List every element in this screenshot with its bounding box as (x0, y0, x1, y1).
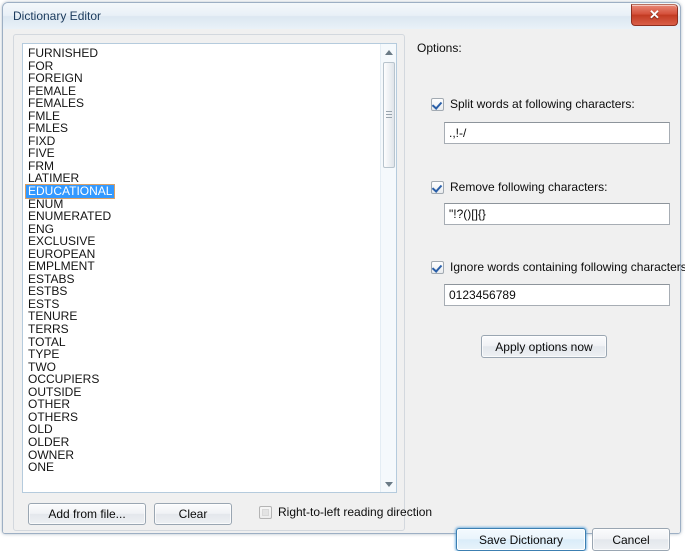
remove-characters-input[interactable]: "!?()[]{} (444, 203, 670, 225)
ignore-words-input[interactable]: 0123456789 (444, 284, 670, 306)
clear-button[interactable]: Clear (154, 503, 232, 525)
word-list-scrollbar[interactable] (380, 44, 396, 492)
split-words-label: Split words at following characters: (450, 97, 635, 111)
word-list[interactable]: FURNISHED FOR FOREIGN FEMALE FEMALES FMLE FMLE… (23, 44, 381, 492)
word-list-item[interactable]: EXCLUSIVE (26, 235, 95, 248)
scrollbar-grip-icon (386, 111, 392, 118)
dictionary-editor-window: Dictionary Editor ✕ FURNISHED FOR FOREIGN F… (2, 2, 685, 551)
split-words-row[interactable]: Split words at following characters: (431, 97, 635, 111)
remove-characters-label: Remove following characters: (450, 180, 608, 194)
split-words-checkbox[interactable] (431, 97, 444, 111)
add-from-file-button[interactable]: Add from file... (28, 503, 146, 525)
split-words-input[interactable]: .,!-/ (444, 122, 670, 144)
rtl-reading-direction-row[interactable]: Right-to-left reading direction (259, 505, 432, 519)
word-list-item[interactable]: OCCUPIERS (26, 373, 99, 386)
scrollbar-thumb[interactable] (383, 62, 395, 168)
close-icon: ✕ (649, 7, 660, 22)
dialog-content: FURNISHED FOR FOREIGN FEMALE FEMALES FMLE FMLE… (3, 29, 685, 551)
scroll-down-button[interactable] (381, 476, 396, 492)
remove-characters-checkbox[interactable] (431, 180, 444, 194)
word-list-container: FURNISHED FOR FOREIGN FEMALE FEMALES FMLE FMLE… (22, 43, 397, 493)
ignore-words-checkbox[interactable] (431, 260, 444, 274)
word-list-item[interactable]: ONE (26, 461, 54, 474)
apply-options-button[interactable]: Apply options now (481, 335, 607, 358)
remove-characters-row[interactable]: Remove following characters: (431, 180, 607, 194)
ignore-words-label: Ignore words containing following charac… (450, 260, 685, 274)
window-title: Dictionary Editor (13, 9, 102, 23)
word-list-item[interactable]: OTHER (26, 398, 70, 411)
cancel-button[interactable]: Cancel (592, 528, 670, 551)
word-list-item[interactable]: ENUMERATED (26, 210, 111, 223)
close-button[interactable]: ✕ (631, 4, 678, 26)
word-list-item[interactable]: EMPLMENT (26, 260, 95, 273)
scroll-up-button[interactable] (381, 44, 396, 60)
chevron-down-icon (385, 481, 393, 487)
word-list-item[interactable]: EDUCATIONAL (24, 184, 116, 199)
ignore-words-row[interactable]: Ignore words containing following charac… (431, 260, 685, 274)
word-list-item[interactable]: FEMALES (26, 97, 84, 110)
rtl-reading-direction-checkbox[interactable] (259, 505, 272, 519)
rtl-reading-direction-label: Right-to-left reading direction (278, 505, 433, 519)
word-list-item[interactable]: FOREIGN (26, 72, 83, 85)
word-list-item[interactable]: OLDER (26, 436, 69, 449)
options-heading: Options: (417, 41, 462, 55)
word-list-item[interactable]: FURNISHED (26, 47, 98, 60)
save-dictionary-button[interactable]: Save Dictionary (456, 528, 586, 551)
word-list-item[interactable]: TYPE (26, 348, 59, 361)
dictionary-words-group: FURNISHED FOR FOREIGN FEMALE FEMALES FMLE FMLE… (13, 34, 432, 531)
word-list-item[interactable]: FMLES (26, 122, 68, 135)
title-bar[interactable]: Dictionary Editor ✕ (3, 3, 680, 29)
chevron-up-icon (385, 49, 393, 55)
word-list-item[interactable]: TERRS (26, 323, 69, 336)
